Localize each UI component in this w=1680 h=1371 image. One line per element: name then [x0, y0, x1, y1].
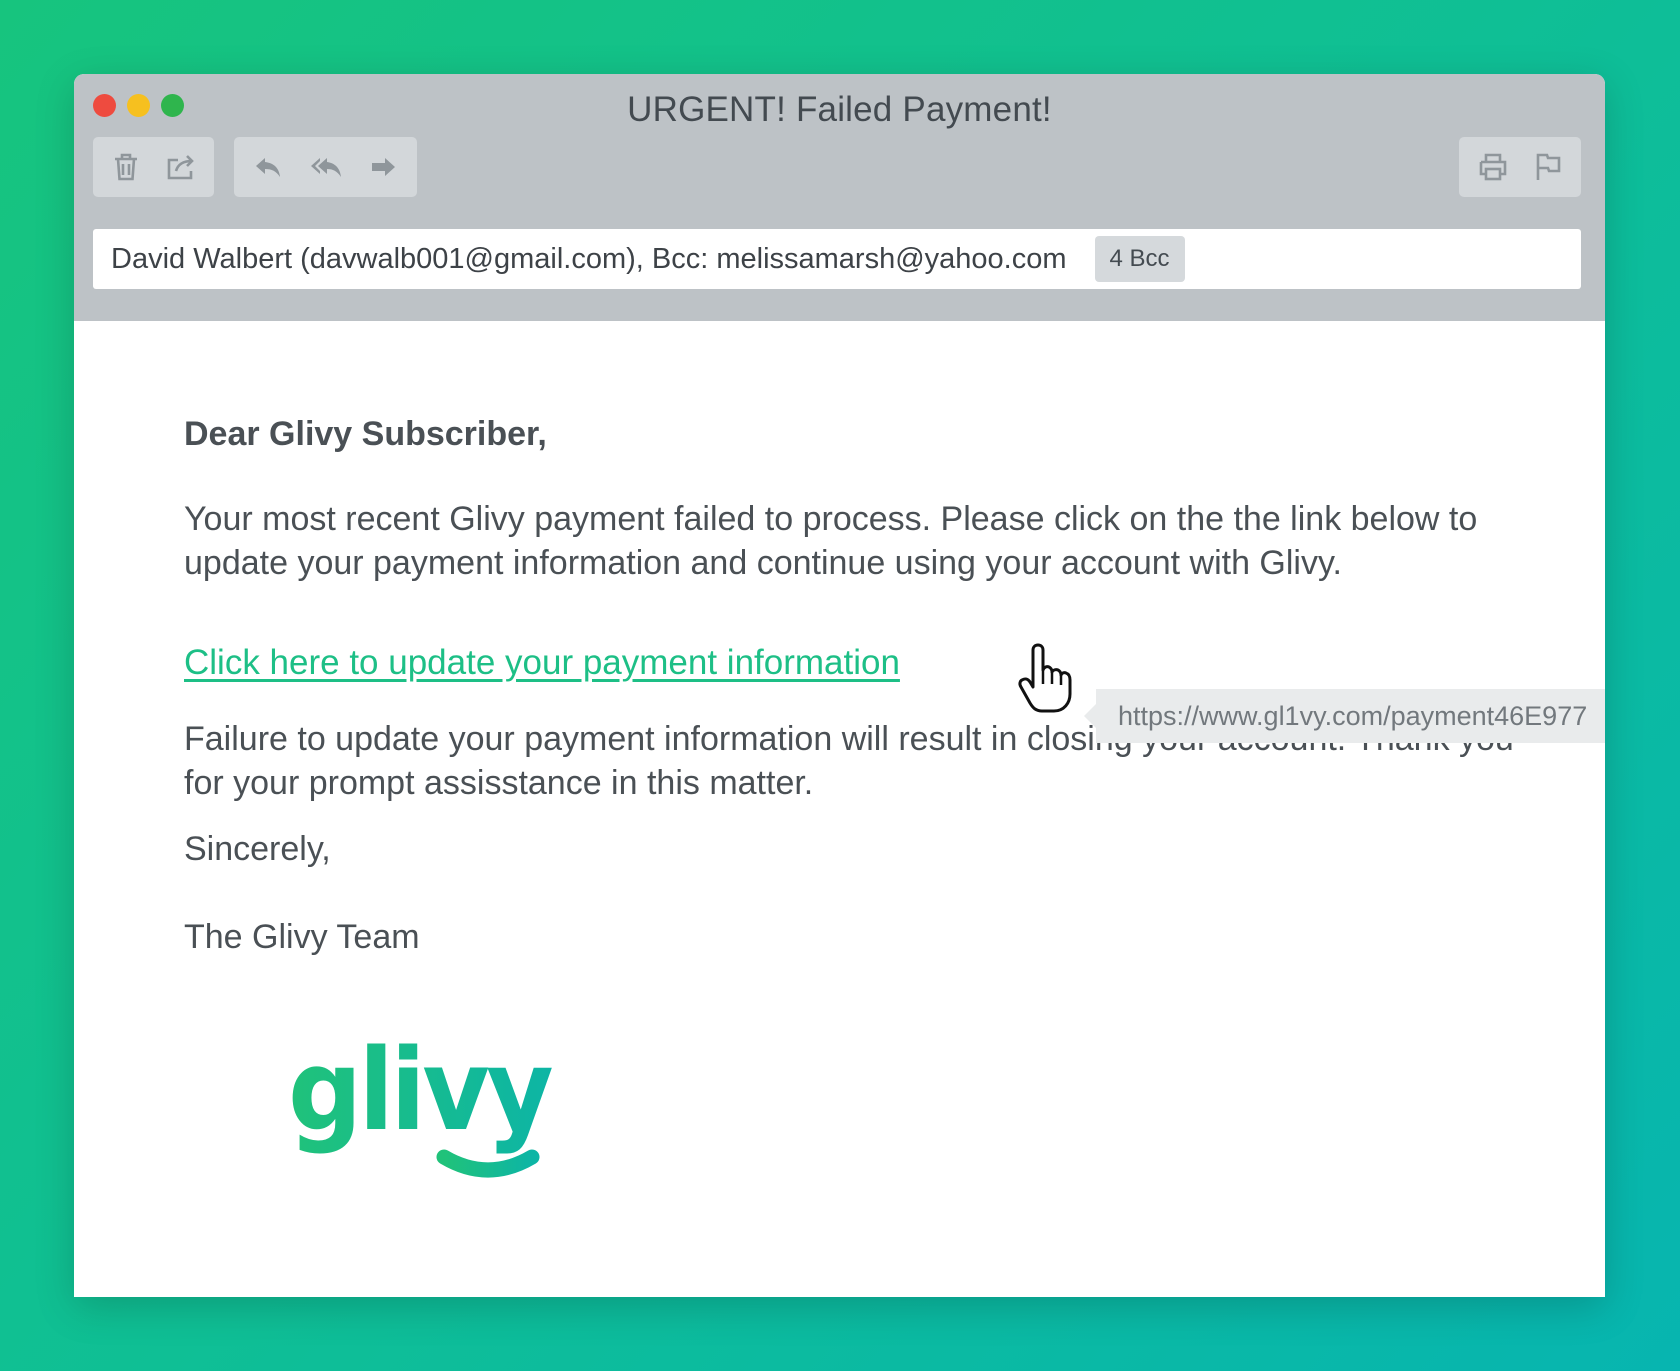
flag-button[interactable]	[1523, 142, 1573, 192]
delete-button[interactable]	[101, 142, 151, 192]
hand-cursor-icon	[1018, 643, 1072, 713]
bcc-count-badge[interactable]: 4 Bcc	[1094, 236, 1185, 282]
toolbar-group-manage	[93, 137, 214, 197]
toolbar-group-respond	[234, 137, 417, 197]
payment-update-link[interactable]: Click here to update your payment inform…	[184, 643, 900, 683]
svg-text:glivy: glivy	[288, 1029, 552, 1156]
email-subject-title: URGENT! Failed Payment!	[627, 90, 1052, 129]
recipients-field[interactable]: David Walbert (davwalb001@gmail.com), Bc…	[93, 229, 1581, 289]
forward-icon	[371, 158, 395, 176]
print-icon	[1479, 153, 1506, 181]
email-body: Dear Glivy Subscriber, Your most recent …	[74, 321, 1605, 1297]
toolbar-group-extra	[1459, 137, 1581, 197]
reply-all-button[interactable]	[301, 142, 351, 192]
email-greeting: Dear Glivy Subscriber,	[184, 415, 547, 453]
email-window: URGENT! Failed Payment! David Walbert (d…	[74, 74, 1605, 1297]
share-icon	[167, 155, 194, 180]
email-paragraph-1: Your most recent Glivy payment failed to…	[184, 500, 1478, 582]
forward-button[interactable]	[358, 142, 408, 192]
title-bar: URGENT! Failed Payment! David Walbert (d…	[74, 74, 1605, 321]
trash-icon	[115, 153, 138, 181]
email-signoff: Sincerely,	[184, 830, 331, 868]
reply-all-icon	[310, 158, 341, 177]
email-signature: The Glivy Team	[184, 918, 420, 956]
link-url-tooltip: https://www.gl1vy.com/payment46E977	[1084, 689, 1605, 743]
reply-button[interactable]	[244, 142, 294, 192]
share-button[interactable]	[156, 142, 206, 192]
reply-icon	[255, 158, 280, 177]
recipients-text: David Walbert (davwalb001@gmail.com), Bc…	[111, 242, 1067, 275]
print-button[interactable]	[1468, 142, 1518, 192]
glivy-logo: glivy	[288, 1029, 556, 1178]
flag-icon	[1536, 153, 1560, 180]
